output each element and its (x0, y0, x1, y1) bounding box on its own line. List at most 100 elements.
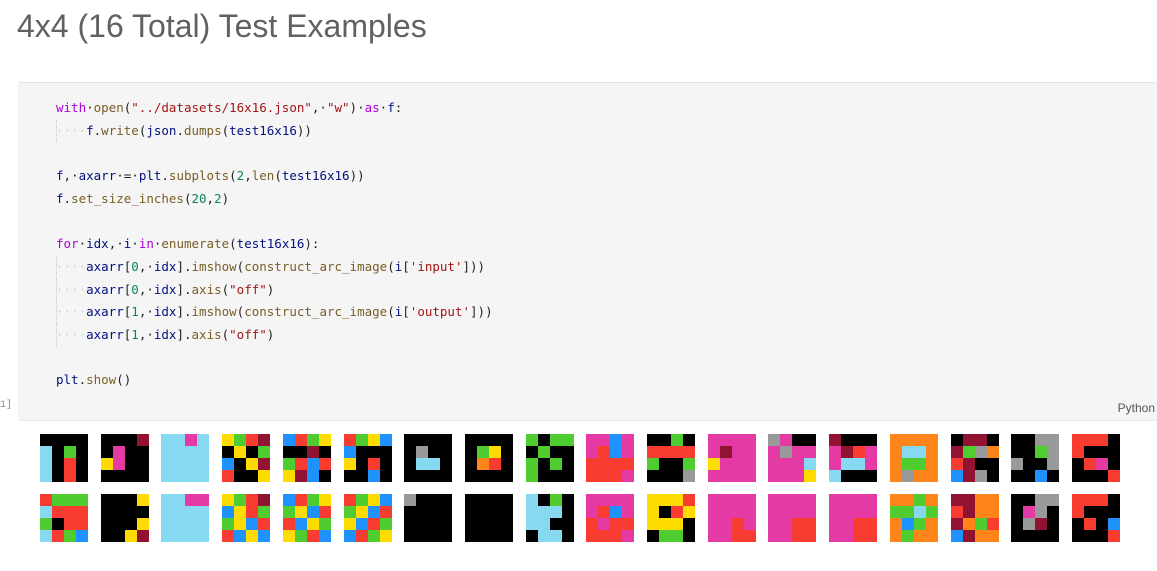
grid-pixel (683, 434, 695, 446)
grid-pixel (865, 494, 877, 506)
grid-pixel (1108, 530, 1120, 542)
grid-pixel (40, 446, 52, 458)
grid-pixel (428, 470, 440, 482)
grid-pixel (647, 446, 659, 458)
grid-pixel (137, 434, 149, 446)
grid-pixel (829, 506, 841, 518)
grid-pixel (768, 494, 780, 506)
grid-pixel (562, 494, 574, 506)
code-token: )) (349, 168, 365, 184)
grid-pixel (792, 518, 804, 530)
grid-pixel (440, 470, 452, 482)
grid-pixel (125, 518, 137, 530)
grid-pixel (137, 530, 149, 542)
grid-pixel (792, 494, 804, 506)
grid-pixel (489, 446, 501, 458)
grid-pixel (841, 446, 853, 458)
grid-pixel (586, 530, 598, 542)
grid-pixel (319, 518, 331, 530)
grid-pixel (40, 434, 52, 446)
grid-pixel (477, 458, 489, 470)
input-grid-image (829, 434, 877, 482)
grid-pixel (1084, 470, 1096, 482)
cell-output-figure (40, 434, 1130, 546)
grid-pixel (659, 494, 671, 506)
grid-pixel (246, 470, 258, 482)
grid-pixel (610, 530, 622, 542)
code-token: axarr (78, 168, 117, 184)
grid-pixel (380, 470, 392, 482)
grid-pixel (841, 470, 853, 482)
grid-pixel (963, 530, 975, 542)
grid-pixel (987, 530, 999, 542)
grid-pixel (841, 458, 853, 470)
input-grid-image (1072, 434, 1120, 482)
grid-pixel (356, 470, 368, 482)
output-grid-image (161, 494, 209, 542)
grid-pixel (780, 530, 792, 542)
grid-pixel (258, 506, 270, 518)
grid-pixel (344, 458, 356, 470)
code-line: for·idx,·i·in·enumerate(test16x16): (56, 233, 493, 256)
input-grid-image (708, 434, 756, 482)
grid-pixel (708, 530, 720, 542)
grid-pixel (659, 530, 671, 542)
code-token: show (86, 372, 117, 388)
code-token: imshow (191, 304, 237, 320)
indent-guide (56, 278, 58, 302)
grid-pixel (113, 458, 125, 470)
grid-pixel (76, 494, 88, 506)
grid-pixel (732, 494, 744, 506)
grid-pixel (671, 518, 683, 530)
grid-pixel (173, 458, 185, 470)
grid-pixel (1035, 506, 1047, 518)
grid-pixel (440, 494, 452, 506)
grid-pixel (173, 506, 185, 518)
grid-pixel (708, 506, 720, 518)
grid-pixel (1084, 434, 1096, 446)
grid-pixel (708, 470, 720, 482)
grid-pixel (40, 470, 52, 482)
grid-pixel (526, 530, 538, 542)
code-token: ( (387, 304, 395, 320)
grid-pixel (683, 530, 695, 542)
grid-pixel (550, 506, 562, 518)
grid-pixel (489, 470, 501, 482)
grid-pixel (295, 518, 307, 530)
grid-pixel (768, 458, 780, 470)
grid-pixel (440, 446, 452, 458)
grid-pixel (477, 434, 489, 446)
output-grid-image (647, 494, 695, 542)
grid-pixel (197, 530, 209, 542)
code-token: 'output' (409, 304, 471, 320)
grid-pixel (647, 434, 659, 446)
code-editor[interactable]: with·open("../datasets/16x16.json",·"w")… (56, 97, 493, 392)
code-token: ,· (108, 236, 124, 252)
grid-pixel (185, 494, 197, 506)
cell-language-label[interactable]: Python (1118, 401, 1155, 415)
grid-pixel (307, 446, 319, 458)
grid-pixel (780, 506, 792, 518)
grid-pixel (586, 518, 598, 530)
grid-pixel (622, 458, 634, 470)
grid-pixel (804, 506, 816, 518)
grid-pixel (1023, 518, 1035, 530)
grid-pixel (185, 446, 197, 458)
code-token: ,· (311, 100, 327, 115)
grid-pixel (804, 470, 816, 482)
grid-pixel (404, 470, 416, 482)
grid-pixel (622, 506, 634, 518)
grid-pixel (914, 518, 926, 530)
output-grid-image (951, 494, 999, 542)
grid-pixel (356, 494, 368, 506)
code-cell[interactable]: with·open("../datasets/16x16.json",·"w")… (18, 82, 1157, 421)
grid-pixel (538, 458, 550, 470)
grid-pixel (197, 446, 209, 458)
code-token: ( (387, 258, 395, 274)
grid-pixel (890, 458, 902, 470)
grid-pixel (853, 446, 865, 458)
code-token: 20 (191, 190, 207, 206)
output-grid-image (222, 494, 270, 542)
grid-pixel (732, 518, 744, 530)
